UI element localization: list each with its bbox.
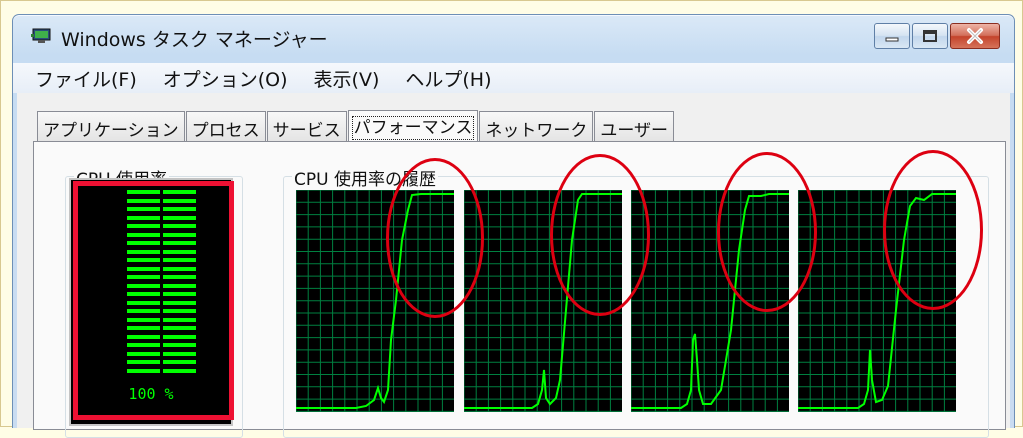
tab-label: サービス [272, 121, 341, 141]
annotation-box [73, 181, 234, 420]
tab-applications[interactable]: アプリケーション [37, 111, 185, 141]
menu-bar: ファイル(F) オプション(O) 表示(V) ヘルプ(H) [13, 63, 1014, 93]
tab-label: ネットワーク [485, 121, 588, 141]
menu-options[interactable]: オプション(O) [163, 65, 288, 92]
window-title: Windows タスク マネージャー [61, 29, 328, 51]
close-icon [967, 28, 983, 44]
close-button[interactable] [950, 23, 1000, 49]
annotation-circle-4 [883, 150, 983, 310]
tab-users[interactable]: ユーザー [594, 111, 675, 141]
tab-label: パフォーマンス [351, 116, 475, 140]
tab-label: プロセス [191, 121, 260, 141]
title-bar[interactable]: Windows タスク マネージャー [13, 15, 1014, 55]
maximize-icon [923, 30, 937, 42]
menu-view[interactable]: 表示(V) [314, 65, 380, 92]
tab-services[interactable]: サービス [266, 111, 347, 141]
tab-performance[interactable]: パフォーマンス [347, 110, 479, 142]
menu-file[interactable]: ファイル(F) [35, 65, 137, 92]
tab-label: ユーザー [600, 121, 669, 141]
menu-help[interactable]: ヘルプ(H) [405, 65, 491, 92]
annotation-circle-2 [550, 154, 650, 316]
maximize-button[interactable] [912, 23, 948, 49]
tab-label: アプリケーション [43, 121, 179, 141]
minimize-button[interactable] [874, 23, 910, 49]
tab-networking[interactable]: ネットワーク [479, 111, 594, 141]
annotation-circle-3 [717, 152, 817, 312]
monitor-icon [31, 28, 51, 43]
tab-processes[interactable]: プロセス [185, 111, 266, 141]
annotation-circle-1 [386, 158, 484, 318]
tab-strip: アプリケーション プロセス サービス パフォーマンス ネットワーク ユーザー [37, 109, 675, 142]
caption-buttons [872, 23, 1000, 49]
minimize-icon [885, 37, 899, 42]
